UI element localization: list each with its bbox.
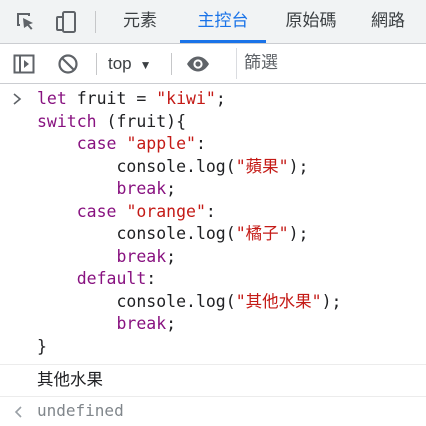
input-prompt-icon (13, 93, 22, 105)
code-text: ; (215, 89, 226, 108)
message-divider (0, 364, 426, 365)
code-text: ); (288, 224, 309, 243)
context-label: top (108, 54, 132, 73)
code-string: "橘子" (235, 224, 289, 243)
code-keyword: let (37, 89, 67, 108)
code-keyword: switch (37, 111, 97, 131)
console-toolbar: top ▼ 篩選 (0, 44, 426, 84)
device-toolbar-icon[interactable] (54, 10, 78, 34)
code-text: } (37, 336, 47, 356)
code-string: "其他水果" (235, 291, 322, 311)
console-return-value: undefined (37, 401, 124, 420)
tab-sources[interactable]: 原始碼 (276, 0, 346, 43)
code-text: console.log( (37, 291, 236, 311)
code-line: console.log("橘子"); (37, 223, 308, 245)
code-line: switch (fruit){ (37, 111, 186, 133)
code-text: : (146, 269, 157, 288)
code-keyword: break (116, 246, 167, 266)
code-text: ; (166, 314, 177, 333)
code-text: (fruit){ (96, 111, 187, 131)
code-line: case "orange": (37, 201, 216, 223)
code-line: let fruit = "kiwi"; (37, 88, 226, 110)
clear-console-icon[interactable] (56, 52, 80, 76)
toolbar-divider (95, 11, 96, 33)
code-line: console.log("其他水果"); (37, 291, 341, 313)
toolbar-divider (171, 53, 172, 75)
code-line: default: (37, 268, 156, 290)
code-string: "蘋果" (235, 156, 289, 176)
message-divider (0, 396, 426, 397)
code-line: console.log("蘋果"); (37, 156, 308, 178)
code-keyword: break (116, 179, 167, 198)
code-text: ); (288, 156, 309, 176)
code-line: } (37, 336, 47, 358)
code-text: : (205, 201, 216, 221)
code-text: ; (166, 246, 177, 266)
code-keyword: default (76, 269, 147, 288)
code-text: : (195, 134, 206, 153)
inspect-element-icon[interactable] (14, 10, 38, 34)
sidebar-toggle-icon[interactable] (12, 52, 36, 76)
code-string: "orange" (126, 201, 206, 221)
filter-input[interactable]: 篩選 (236, 48, 426, 79)
result-arrow-icon (14, 406, 22, 418)
code-line: break; (37, 246, 176, 268)
context-selector[interactable]: top ▼ (108, 44, 152, 83)
dropdown-arrow-icon: ▼ (139, 58, 152, 72)
code-line: break; (37, 178, 176, 200)
tab-elements[interactable]: 元素 (110, 0, 170, 43)
code-string: "apple" (126, 134, 196, 153)
code-line: break; (37, 313, 176, 335)
code-line: case "apple": (37, 133, 206, 155)
code-text: ); (321, 291, 342, 311)
toolbar-divider (96, 53, 97, 75)
devtools-tab-bar: 元素 主控台 原始碼 網路 (0, 0, 426, 44)
code-text: fruit = (66, 89, 157, 108)
code-text: ; (166, 179, 177, 198)
tab-console[interactable]: 主控台 (180, 0, 266, 43)
code-text: console.log( (37, 156, 236, 176)
eye-icon[interactable] (186, 52, 210, 76)
code-keyword: case (76, 201, 117, 221)
code-keyword: case (76, 134, 117, 153)
code-text: console.log( (37, 224, 236, 243)
code-string: "kiwi" (156, 89, 216, 108)
console-log-output: 其他水果 (37, 370, 103, 389)
code-keyword: break (116, 314, 167, 333)
active-tab-indicator (180, 40, 266, 43)
tab-network[interactable]: 網路 (358, 0, 418, 43)
